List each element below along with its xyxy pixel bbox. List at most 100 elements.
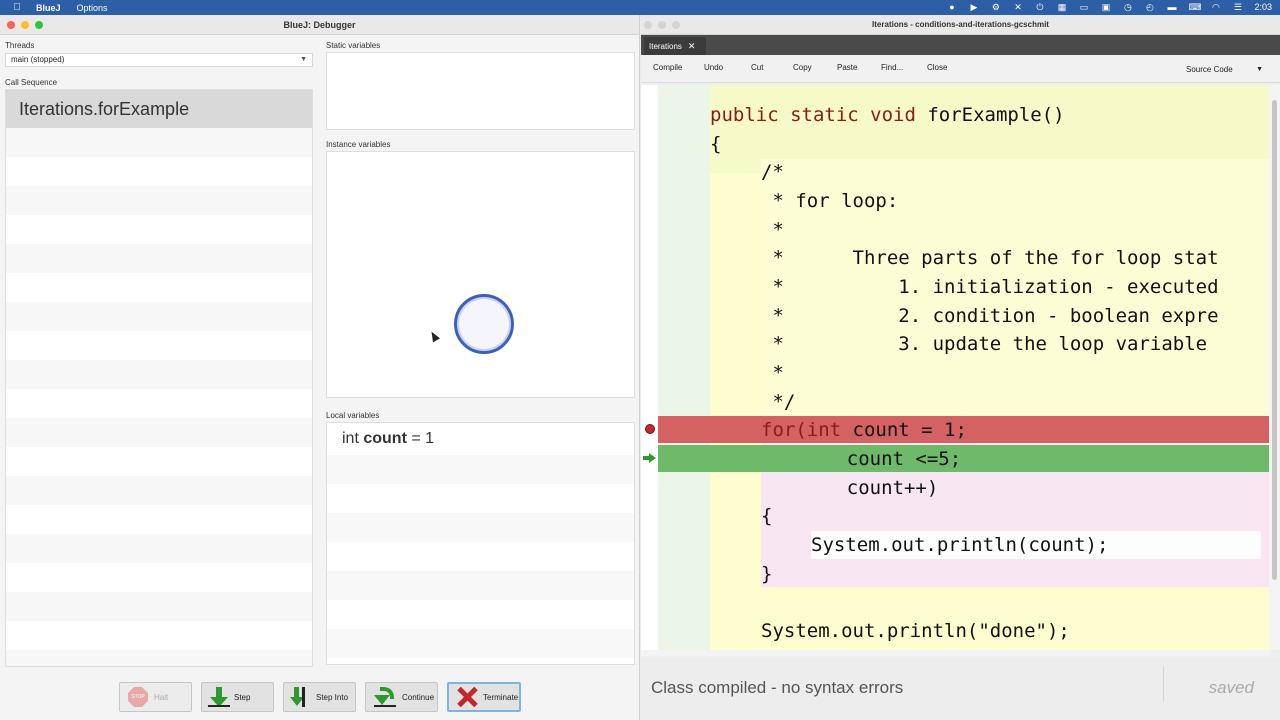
breakpoint-icon[interactable] xyxy=(645,424,655,434)
window-controls xyxy=(7,21,43,29)
execution-line-highlight xyxy=(658,445,1269,472)
local-variables-list[interactable]: int count = 1 xyxy=(326,422,635,665)
instance-variables-list[interactable] xyxy=(326,151,635,398)
code-line: count <=5; xyxy=(801,448,962,470)
close-window-button[interactable] xyxy=(7,21,15,29)
editor-status-bar: Class compiled - no syntax errors saved xyxy=(641,658,1280,720)
find-button[interactable]: Find... xyxy=(881,63,903,72)
step-button[interactable]: Step xyxy=(201,682,274,712)
code-line: count++) xyxy=(801,477,939,499)
call-sequence-label: Call Sequence xyxy=(5,78,58,87)
step-icon xyxy=(208,687,230,707)
menubar-clock[interactable]: 2:03 xyxy=(1254,3,1272,12)
editor-title: Iterations - conditions-and-iterations-g… xyxy=(872,20,1049,29)
copy-button[interactable]: Copy xyxy=(793,63,812,72)
terminate-button-label: Terminate xyxy=(483,692,519,702)
threads-select-value: main (stopped) xyxy=(11,55,65,64)
local-variable-row[interactable]: int count = 1 xyxy=(327,423,634,455)
code-line: * for loop: xyxy=(761,190,899,212)
stop-icon: STOP xyxy=(128,687,148,707)
undo-button[interactable]: Undo xyxy=(704,63,723,72)
debugger-window: BlueJ: Debugger Threads main (stopped) ▼… xyxy=(0,15,640,720)
code-line: System.out.println(count); xyxy=(811,534,1109,556)
code-line: } xyxy=(761,563,773,585)
control-center-icon[interactable]: ☰ xyxy=(1232,3,1243,12)
compile-button[interactable]: Compile xyxy=(653,63,682,72)
step-into-button-label: Step Into xyxy=(316,692,349,702)
code-editor[interactable]: public static void forExample() { /* * f… xyxy=(641,85,1269,650)
editor-window-controls xyxy=(644,21,680,29)
display-icon[interactable]: ▭ xyxy=(1078,3,1089,12)
zoom-window-button[interactable] xyxy=(35,21,43,29)
view-mode-select[interactable]: Source Code ▼ xyxy=(1181,62,1266,77)
code-line: System.out.println("done"); xyxy=(761,620,1070,642)
instance-variables-label: Instance variables xyxy=(326,140,391,149)
continue-button-label: Continue xyxy=(402,692,435,702)
tab-iterations[interactable]: Iterations ✕ xyxy=(644,37,706,55)
editor-window: Iterations - conditions-and-iterations-g… xyxy=(641,15,1280,720)
editor-close-window-button[interactable] xyxy=(644,21,652,29)
terminate-button[interactable]: Terminate xyxy=(447,682,521,712)
apple-icon[interactable]:  xyxy=(8,2,26,13)
cut-button[interactable]: Cut xyxy=(751,63,763,72)
history-icon[interactable]: ◷ xyxy=(1122,3,1133,12)
app-icon[interactable]: ▣ xyxy=(1100,3,1111,12)
editor-minimize-window-button[interactable] xyxy=(658,21,666,29)
execution-pointer-icon xyxy=(643,453,657,463)
continue-button[interactable]: Continue xyxy=(365,682,438,712)
play-icon[interactable]: ▶ xyxy=(968,3,979,12)
menu-options[interactable]: Options xyxy=(77,3,108,13)
call-sequence-list[interactable]: Iterations.forExample xyxy=(5,89,313,667)
halt-button[interactable]: STOP Halt xyxy=(119,682,192,712)
minimize-window-button[interactable] xyxy=(21,21,29,29)
editor-zoom-window-button[interactable] xyxy=(672,21,680,29)
tab-label: Iterations xyxy=(649,42,682,51)
step-button-label: Step xyxy=(234,692,251,702)
record-icon[interactable]: ● xyxy=(946,3,957,12)
power-icon[interactable]: ⏻ xyxy=(1034,3,1045,12)
local-variables-label: Local variables xyxy=(326,411,380,420)
halt-button-label: Halt xyxy=(154,692,169,702)
wifi-icon[interactable]: ◠ xyxy=(1210,3,1221,12)
line-gutter xyxy=(658,85,710,650)
code-line: */ xyxy=(761,391,796,413)
keyboard-icon[interactable]: ⌨ xyxy=(1188,3,1201,12)
status-icons: ● ▶ ⚙ ✕ ⏻ ▦ ▭ ▣ ◷ ◴ ▬ ⌨ ◠ ☰ 2:03 xyxy=(946,0,1272,15)
close-button[interactable]: Close xyxy=(927,63,947,72)
step-into-button[interactable]: Step Into xyxy=(283,682,356,712)
editor-titlebar: Iterations - conditions-and-iterations-g… xyxy=(641,15,1280,35)
threads-select[interactable]: main (stopped) ▼ xyxy=(5,53,313,67)
saved-indicator: saved xyxy=(1208,678,1254,697)
static-variables-label: Static variables xyxy=(326,41,381,50)
breakpoint-gutter[interactable] xyxy=(641,85,658,650)
static-variables-list[interactable] xyxy=(326,52,635,130)
menu-app-name[interactable]: BlueJ xyxy=(36,3,61,13)
code-line: * 3. update the loop variable xyxy=(761,333,1208,355)
code-line: { xyxy=(710,133,722,155)
code-line: /* xyxy=(761,161,784,183)
code-line: * Three parts of the for loop stat xyxy=(761,247,1219,269)
call-sequence-item[interactable]: Iterations.forExample xyxy=(6,90,312,128)
paste-button[interactable]: Paste xyxy=(837,63,857,72)
busy-indicator xyxy=(454,294,514,354)
local-variable-type: int xyxy=(342,430,359,447)
horizontal-scrollbar[interactable] xyxy=(641,650,1269,656)
mute-icon[interactable]: ✕ xyxy=(1012,3,1023,12)
code-line: * xyxy=(761,362,784,384)
code-line: public static void forExample() xyxy=(710,104,1065,126)
terminate-icon xyxy=(457,687,477,707)
chevron-down-icon: ▼ xyxy=(300,56,307,63)
timer-icon[interactable]: ◴ xyxy=(1144,3,1155,12)
chevron-down-icon: ▼ xyxy=(1256,66,1263,73)
battery-icon[interactable]: ▬ xyxy=(1166,3,1177,12)
grid-icon[interactable]: ▦ xyxy=(1056,3,1067,12)
gear-icon[interactable]: ⚙ xyxy=(990,3,1001,12)
debugger-titlebar: BlueJ: Debugger xyxy=(0,15,639,35)
close-tab-icon[interactable]: ✕ xyxy=(688,41,696,51)
continue-icon xyxy=(374,687,396,707)
scrollbar-thumb[interactable] xyxy=(1272,100,1277,580)
vertical-scrollbar[interactable] xyxy=(1269,85,1280,650)
view-mode-value: Source Code xyxy=(1186,65,1233,74)
local-variable-name: count xyxy=(363,430,407,447)
code-line: * 1. initialization - executed xyxy=(761,276,1219,298)
